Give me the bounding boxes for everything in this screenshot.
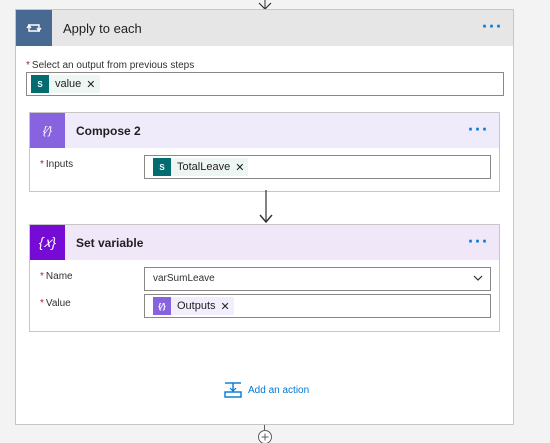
compose-card: {⁄} Compose 2 ··· * Inputs S TotalLeave ✕ xyxy=(29,112,500,192)
connector-arrow-icon xyxy=(259,190,273,224)
select-output-label: * Select an output from previous steps xyxy=(26,60,195,71)
compose-icon: {⁄} xyxy=(153,297,171,315)
remove-token-icon[interactable]: ✕ xyxy=(221,300,230,313)
set-variable-card: {𝑥} Set variable ··· * Name varSumLeave *… xyxy=(29,224,500,332)
select-output-field[interactable]: S value ✕ xyxy=(26,72,504,96)
more-options-icon[interactable]: ··· xyxy=(482,16,503,37)
compose-title: Compose 2 xyxy=(76,123,141,138)
more-options-icon[interactable]: ··· xyxy=(468,231,489,252)
remove-token-icon[interactable]: ✕ xyxy=(235,161,244,174)
name-value: varSumLeave xyxy=(153,273,215,284)
apply-to-each-header[interactable]: Apply to each ··· xyxy=(16,10,513,46)
add-an-action-button[interactable]: Add an action xyxy=(224,382,309,398)
more-options-icon[interactable]: ··· xyxy=(468,119,489,140)
token-label: TotalLeave xyxy=(177,161,231,173)
token-label: value xyxy=(55,78,82,90)
apply-to-each-title: Apply to each xyxy=(63,20,142,36)
value-label: * Value xyxy=(40,298,71,309)
value-token[interactable]: S value ✕ xyxy=(31,75,100,93)
variable-icon: {𝑥} xyxy=(30,225,65,260)
name-label: * Name xyxy=(40,271,73,282)
loop-icon xyxy=(16,10,52,46)
remove-token-icon[interactable]: ✕ xyxy=(86,78,95,91)
sharepoint-icon: S xyxy=(31,75,49,93)
apply-to-each-card: Apply to each ··· * Select an output from… xyxy=(15,9,514,425)
inputs-field[interactable]: S TotalLeave ✕ xyxy=(144,155,491,179)
sharepoint-icon: S xyxy=(153,158,171,176)
add-action-icon xyxy=(224,382,242,398)
name-dropdown[interactable]: varSumLeave xyxy=(144,267,491,291)
chevron-down-icon xyxy=(473,275,483,281)
required-marker: * xyxy=(26,60,30,71)
outputs-token[interactable]: {⁄} Outputs ✕ xyxy=(153,297,234,315)
set-variable-title: Set variable xyxy=(76,235,144,250)
value-field[interactable]: {⁄} Outputs ✕ xyxy=(144,294,491,318)
totalleave-token[interactable]: S TotalLeave ✕ xyxy=(153,158,249,176)
compose-icon: {⁄} xyxy=(30,113,65,148)
token-label: Outputs xyxy=(177,300,216,312)
compose-header[interactable]: {⁄} Compose 2 ··· xyxy=(30,113,499,148)
set-variable-header[interactable]: {𝑥} Set variable ··· xyxy=(30,225,499,260)
inputs-label: * Inputs xyxy=(40,159,74,170)
add-action-label: Add an action xyxy=(248,384,310,396)
insert-step-icon[interactable] xyxy=(257,429,273,443)
